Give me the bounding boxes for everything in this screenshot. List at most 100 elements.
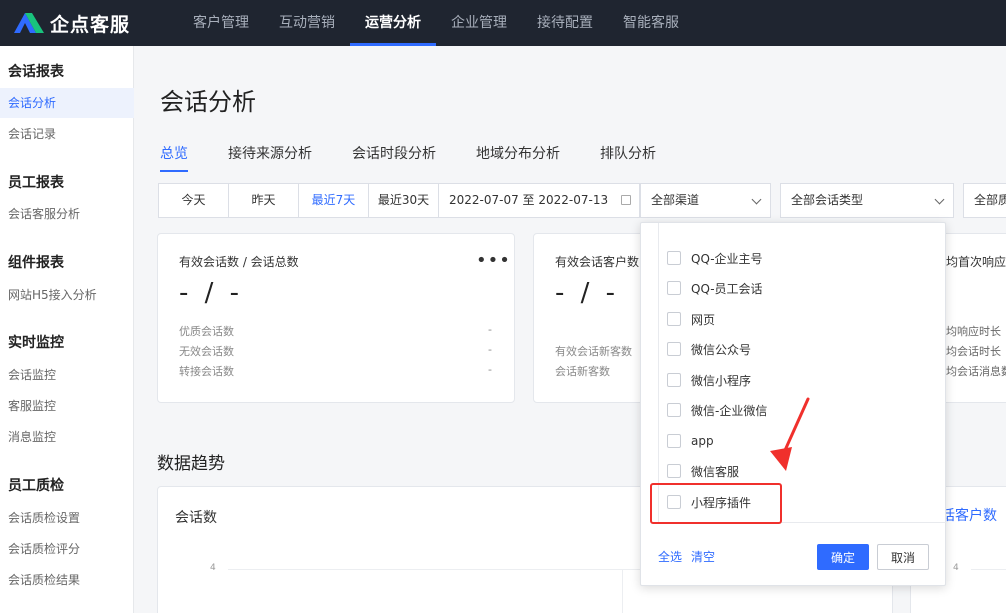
- date-yesterday-button[interactable]: 昨天: [229, 184, 299, 217]
- nav-item-ai-service[interactable]: 智能客服: [608, 0, 694, 46]
- session-type-select-value: 全部会话类型: [791, 193, 864, 207]
- page-title: 会话分析: [160, 88, 256, 116]
- sidebar-item-qc-settings[interactable]: 会话质检设置: [0, 503, 134, 533]
- checkbox[interactable]: [667, 464, 681, 478]
- section-title: 数据趋势: [157, 454, 225, 474]
- axis-value: 4: [210, 563, 216, 573]
- channel-option[interactable]: 微信客服: [667, 460, 739, 482]
- sidebar-group-title: 员工报表: [8, 175, 64, 191]
- stat-value: -: [488, 363, 492, 376]
- nav-item-customer[interactable]: 客户管理: [178, 0, 264, 46]
- chart-title: 话客户数: [941, 508, 997, 524]
- sidebar-item-qc-result[interactable]: 会话质检结果: [0, 565, 134, 595]
- option-label: 微信-企业微信: [691, 403, 768, 418]
- sidebar-item-session-records[interactable]: 会话记录: [0, 119, 134, 149]
- stat-value: -: [488, 343, 492, 356]
- sidebar-item-session-analysis[interactable]: 会话分析: [0, 88, 134, 118]
- channel-option[interactable]: 微信-企业微信: [667, 399, 767, 421]
- checkbox[interactable]: [667, 312, 681, 326]
- sidebar-group-title: 实时监控: [8, 335, 64, 351]
- tab-source-analysis[interactable]: 接待来源分析: [228, 143, 312, 169]
- grid-line: [971, 569, 1006, 570]
- sidebar: 会话报表 会话分析 会话记录 员工报表 会话客服分析 组件报表 网站H5接入分析…: [0, 46, 134, 613]
- quality-select[interactable]: 全部质: [963, 183, 1006, 218]
- channel-option-list: QQ-企业主号 QQ-员工会话 网页 微信公众号 微信小程序 微信-企业微信 a…: [658, 223, 947, 523]
- channel-option[interactable]: 微信小程序: [667, 369, 751, 391]
- checkbox[interactable]: [667, 342, 681, 356]
- stat-label: 均会话消息数: [946, 365, 1006, 378]
- date-last30-button[interactable]: 最近30天: [369, 184, 439, 217]
- option-label: 微信小程序: [691, 373, 752, 388]
- nav-item-marketing[interactable]: 互动营销: [264, 0, 350, 46]
- nav-item-enterprise[interactable]: 企业管理: [436, 0, 522, 46]
- axis-value: 4: [953, 563, 959, 573]
- cancel-button[interactable]: 取消: [877, 544, 929, 570]
- checkbox[interactable]: [667, 373, 681, 387]
- stat-label: 优质会话数: [179, 325, 234, 338]
- card-value: - / -: [179, 278, 244, 308]
- tab-bar: 总览 接待来源分析 会话时段分析 地域分布分析 排队分析: [160, 143, 696, 172]
- sidebar-item-message-monitor[interactable]: 消息监控: [0, 422, 134, 452]
- option-label: app: [691, 434, 714, 448]
- sidebar-item-h5-analysis[interactable]: 网站H5接入分析: [0, 280, 134, 310]
- checkbox[interactable]: [667, 251, 681, 265]
- checkbox[interactable]: [667, 434, 681, 448]
- date-range-text: 2022-07-07 至 2022-07-13: [449, 193, 609, 207]
- sidebar-group-title: 会话报表: [8, 64, 64, 80]
- tab-queue-analysis[interactable]: 排队分析: [600, 143, 656, 169]
- option-label: QQ-员工会话: [691, 281, 763, 296]
- option-label: 微信客服: [691, 464, 740, 479]
- date-range-picker[interactable]: 2022-07-07 至 2022-07-13: [439, 184, 639, 217]
- checkbox[interactable]: [667, 403, 681, 417]
- stat-label: 转接会话数: [179, 365, 234, 378]
- channel-option[interactable]: app: [667, 430, 714, 452]
- channel-option[interactable]: 网页: [667, 308, 715, 330]
- calendar-icon: [621, 195, 631, 205]
- nav-item-analytics[interactable]: 运营分析: [350, 0, 436, 46]
- stat-label: 无效会话数: [179, 345, 234, 358]
- tab-region-analysis[interactable]: 地域分布分析: [476, 143, 560, 169]
- stat-value: -: [488, 323, 492, 336]
- chevron-down-icon: [934, 194, 945, 205]
- tab-overview[interactable]: 总览: [160, 143, 188, 172]
- channel-select-value: 全部渠道: [651, 193, 700, 207]
- chart-title: 会话数: [175, 510, 217, 526]
- card-title: 均首次响应时: [946, 255, 1006, 269]
- top-nav-bar: 企点客服 客户管理 互动营销 运营分析 企业管理 接待配置 智能客服: [0, 0, 1006, 46]
- quality-select-value: 全部质: [974, 193, 1006, 207]
- stat-label: 有效会话新客数: [555, 345, 632, 358]
- tab-time-analysis[interactable]: 会话时段分析: [352, 143, 436, 169]
- sidebar-item-session-monitor[interactable]: 会话监控: [0, 360, 134, 390]
- sidebar-group-title: 员工质检: [8, 478, 64, 494]
- sidebar-item-agent-session-analysis[interactable]: 会话客服分析: [0, 199, 134, 229]
- card-title: 有效会话数 / 会话总数: [179, 255, 299, 269]
- sidebar-item-agent-monitor[interactable]: 客服监控: [0, 391, 134, 421]
- channel-select[interactable]: 全部渠道: [640, 183, 771, 218]
- session-type-select[interactable]: 全部会话类型: [780, 183, 954, 218]
- confirm-button[interactable]: 确定: [817, 544, 869, 570]
- card-value: - / -: [555, 278, 620, 308]
- clear-link[interactable]: 清空: [691, 548, 715, 565]
- stat-label: 会话新客数: [555, 365, 610, 378]
- more-icon[interactable]: •••: [476, 252, 511, 270]
- annotation-arrow-icon: [770, 397, 810, 471]
- stat-label: 均响应时长: [946, 325, 1001, 338]
- select-all-link[interactable]: 全选: [658, 548, 682, 565]
- chevron-down-icon: [751, 194, 762, 205]
- metric-card-sessions: 有效会话数 / 会话总数 ••• - / - 优质会话数 - 无效会话数 - 转…: [157, 233, 515, 403]
- stat-label: 均会话时长: [946, 345, 1001, 358]
- date-today-button[interactable]: 今天: [159, 184, 229, 217]
- logo[interactable]: 企点客服: [12, 10, 162, 37]
- date-last7-button[interactable]: 最近7天: [299, 184, 369, 217]
- channel-option[interactable]: QQ-员工会话: [667, 277, 763, 299]
- channel-option[interactable]: QQ-企业主号: [667, 247, 763, 269]
- logo-text: 企点客服: [50, 13, 131, 36]
- highlight-box: [650, 483, 782, 524]
- sidebar-item-qc-score[interactable]: 会话质检评分: [0, 534, 134, 564]
- option-label: 网页: [691, 312, 716, 327]
- channel-option[interactable]: 微信公众号: [667, 338, 751, 360]
- top-nav: 客户管理 互动营销 运营分析 企业管理 接待配置 智能客服: [178, 0, 694, 46]
- nav-item-reception[interactable]: 接待配置: [522, 0, 608, 46]
- date-filter: 今天 昨天 最近7天 最近30天 2022-07-07 至 2022-07-13: [158, 183, 640, 218]
- checkbox[interactable]: [667, 281, 681, 295]
